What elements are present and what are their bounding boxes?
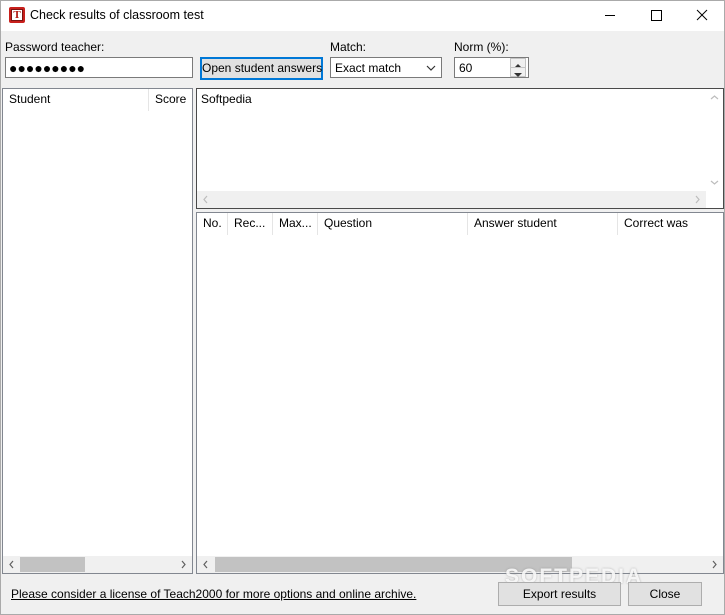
- column-header-answer-student[interactable]: Answer student: [468, 213, 618, 235]
- close-icon: [696, 9, 708, 21]
- spin-down-button[interactable]: [510, 67, 526, 77]
- student-list[interactable]: Student Score: [2, 88, 193, 574]
- column-header-question[interactable]: Question: [318, 213, 468, 235]
- norm-value: 60: [459, 61, 473, 75]
- scroll-thumb[interactable]: [20, 557, 85, 572]
- student-list-hscrollbar[interactable]: [3, 556, 192, 573]
- app-icon-letter: T: [11, 9, 23, 21]
- column-header-maximum[interactable]: Max...: [273, 213, 318, 235]
- maximize-icon: [651, 10, 662, 21]
- scroll-right-button[interactable]: [175, 556, 192, 573]
- app-icon: T: [9, 7, 25, 23]
- chevron-left-icon: [203, 195, 208, 204]
- chevron-left-icon: [9, 560, 14, 569]
- window-close-button[interactable]: [679, 0, 725, 30]
- maximize-button[interactable]: [633, 0, 679, 30]
- match-select[interactable]: Exact match: [330, 57, 442, 78]
- chevron-down-icon: [426, 65, 436, 71]
- chevron-left-icon: [203, 560, 208, 569]
- question-preview[interactable]: Softpedia: [196, 88, 724, 209]
- chevron-right-icon: [181, 560, 186, 569]
- preview-vscrollbar[interactable]: [706, 89, 723, 191]
- column-header-student[interactable]: Student: [3, 89, 149, 111]
- close-button[interactable]: Close: [628, 582, 702, 606]
- scroll-right-button[interactable]: [689, 191, 706, 208]
- column-header-correct-was[interactable]: Correct was: [618, 213, 723, 235]
- scroll-left-button[interactable]: [197, 556, 214, 573]
- title-bar: T Check results of classroom test: [0, 0, 725, 31]
- column-header-recorded[interactable]: Rec...: [228, 213, 273, 235]
- scroll-up-button[interactable]: [706, 89, 723, 106]
- minimize-button[interactable]: [587, 0, 633, 30]
- scroll-left-button[interactable]: [3, 556, 20, 573]
- export-results-button[interactable]: Export results: [498, 582, 621, 606]
- norm-label: Norm (%):: [454, 40, 509, 54]
- scroll-down-button[interactable]: [706, 174, 723, 191]
- chevron-right-icon: [712, 560, 717, 569]
- chevron-right-icon: [695, 195, 700, 204]
- column-header-no[interactable]: No.: [197, 213, 228, 235]
- password-label: Password teacher:: [5, 40, 105, 54]
- license-link[interactable]: Please consider a license of Teach2000 f…: [11, 587, 416, 601]
- column-header-score[interactable]: Score: [149, 89, 193, 111]
- preview-hscrollbar[interactable]: [197, 191, 706, 208]
- open-student-answers-button[interactable]: Open student answers: [200, 57, 323, 80]
- chevron-up-icon: [710, 95, 719, 100]
- scroll-left-button[interactable]: [197, 191, 214, 208]
- answers-table[interactable]: No. Rec... Max... Question Answer studen…: [196, 212, 724, 574]
- answers-hscrollbar[interactable]: [197, 556, 723, 573]
- minimize-icon: [605, 15, 615, 16]
- window-title: Check results of classroom test: [30, 8, 204, 22]
- chevron-down-icon: [710, 180, 719, 185]
- password-field[interactable]: ●●●●●●●●●: [5, 57, 193, 78]
- scroll-right-button[interactable]: [706, 556, 723, 573]
- norm-spinbox[interactable]: 60: [454, 57, 529, 78]
- password-value: ●●●●●●●●●: [9, 60, 86, 76]
- preview-text: Softpedia: [201, 92, 252, 106]
- match-label: Match:: [330, 40, 367, 54]
- match-selected-value: Exact match: [335, 61, 402, 75]
- arrow-down-icon: [514, 73, 522, 77]
